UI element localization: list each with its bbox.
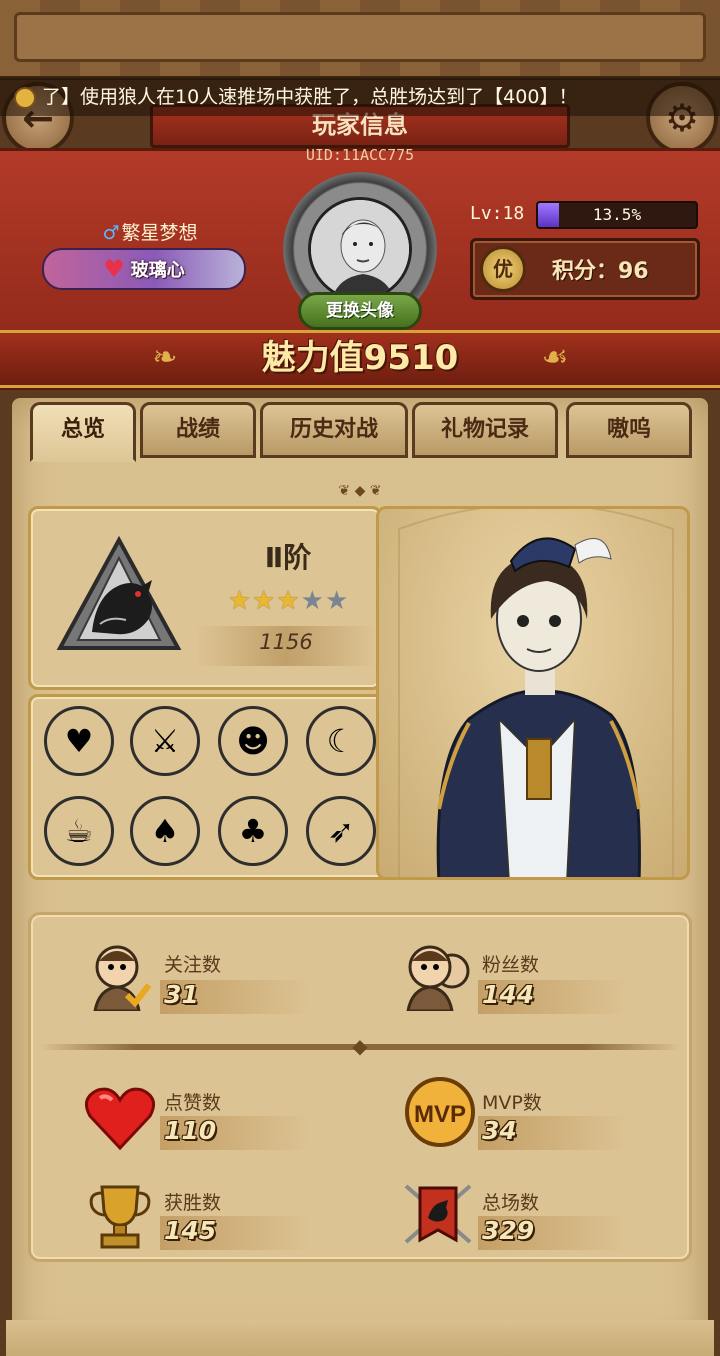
uid-text: UID:11ACC775 bbox=[305, 146, 415, 164]
fans-label: 粉丝数 bbox=[482, 954, 540, 976]
score-text: 积分：96 bbox=[552, 259, 649, 284]
ornament-left-icon: ❧ bbox=[152, 340, 178, 375]
announcement-ticker: 了】使用狼人在10人速推场中获胜了，总胜场达到了【400】！ bbox=[0, 78, 720, 116]
bottom-frame bbox=[0, 1320, 720, 1356]
crossbow-icon: ➶ bbox=[327, 812, 355, 850]
male-icon: ♂ bbox=[102, 222, 120, 244]
star-filled-icon: ★ bbox=[227, 586, 252, 616]
follow-person-icon bbox=[86, 940, 158, 1012]
tab-overview[interactable]: 总览 bbox=[30, 402, 136, 462]
card-deck-icon: ♠ bbox=[150, 812, 180, 850]
badge-potion[interactable]: ☕ bbox=[44, 796, 114, 866]
mvp-medal-text: MVP bbox=[414, 1101, 466, 1128]
speaker-icon bbox=[14, 86, 36, 109]
rank-points: 1156 bbox=[259, 630, 313, 654]
fans-people-icon bbox=[402, 940, 474, 1012]
werewolf-head-icon: ☻ bbox=[236, 722, 270, 760]
tab-history[interactable]: 历史对战 bbox=[260, 402, 408, 458]
exp-progress-bar: 13.5% bbox=[536, 201, 698, 229]
mvp-value[interactable]: 34 bbox=[482, 1116, 517, 1145]
total-label: 总场数 bbox=[482, 1192, 540, 1214]
divider-ornament: ◆ bbox=[352, 1034, 368, 1058]
mvp-medal-icon: MVP bbox=[404, 1076, 476, 1148]
wins-value[interactable]: 145 bbox=[164, 1216, 216, 1245]
character-portrait[interactable] bbox=[376, 506, 690, 880]
wolf-howl-icon: ☾ bbox=[326, 722, 356, 760]
change-avatar-button[interactable]: 更换头像 bbox=[298, 292, 422, 330]
badge-card-deck[interactable]: ♠ bbox=[130, 796, 200, 866]
charm-number: 9510 bbox=[363, 338, 459, 378]
ticker-text: 了】使用狼人在10人速推场中获胜了，总胜场达到了【400】！ bbox=[42, 86, 578, 108]
character-illustration bbox=[398, 509, 674, 877]
player-name: ♂ 繁星梦想 bbox=[60, 218, 240, 245]
title-badge[interactable]: ♥ 玻璃心 bbox=[42, 248, 246, 290]
likes-value[interactable]: 110 bbox=[164, 1116, 216, 1145]
divider-ornament: ❦ ◆ ❦ bbox=[338, 483, 382, 499]
werewolf-rank-emblem-icon bbox=[56, 535, 182, 656]
ornament-right-icon: ☙ bbox=[541, 340, 569, 375]
tab-gifts[interactable]: 礼物记录 bbox=[412, 402, 558, 458]
following-value[interactable]: 31 bbox=[164, 980, 199, 1009]
following-label: 关注数 bbox=[164, 954, 222, 976]
badge-crossbow[interactable]: ➶ bbox=[306, 796, 376, 866]
badge-green-cannon[interactable]: ⚔ bbox=[130, 706, 200, 776]
rank-stars: ★ ★ ★ ★ ★ bbox=[220, 586, 356, 616]
fans-value[interactable]: 144 bbox=[482, 980, 534, 1009]
tab-record[interactable]: 战绩 bbox=[140, 402, 256, 458]
badge-cards-hand[interactable]: ♣ bbox=[218, 796, 288, 866]
star-filled-icon: ★ bbox=[276, 586, 300, 616]
trophy-icon bbox=[84, 1180, 156, 1252]
badge-werewolf[interactable]: ☻ bbox=[218, 706, 288, 776]
mvp-label: MVP数 bbox=[482, 1092, 542, 1114]
heart-icon bbox=[84, 1082, 156, 1154]
badge-wolf-howl[interactable]: ☾ bbox=[306, 706, 376, 776]
top-frame bbox=[0, 0, 720, 80]
tab-howl[interactable]: 嗷呜 bbox=[566, 402, 692, 458]
cards-hand-icon: ♣ bbox=[238, 812, 268, 850]
charm-label: 魅力值 bbox=[261, 338, 364, 378]
level-label: Lv:18 bbox=[470, 203, 525, 224]
excellent-badge-icon: 优 bbox=[480, 246, 526, 292]
star-empty-icon: ★ bbox=[324, 586, 349, 616]
title-badge-label: 玻璃心 bbox=[130, 260, 185, 281]
broken-heart-icon: ♥ bbox=[103, 255, 125, 283]
green-cannon-icon: ⚔ bbox=[150, 722, 180, 760]
likes-label: 点赞数 bbox=[164, 1092, 222, 1114]
charm-value: 魅力值9510 bbox=[200, 335, 520, 381]
potion-cup-icon: ☕ bbox=[64, 812, 94, 850]
badge-broken-heart[interactable]: ♥ bbox=[44, 706, 114, 776]
rank-tier: Ⅱ阶 bbox=[264, 541, 312, 574]
wins-label: 获胜数 bbox=[164, 1192, 222, 1214]
exp-progress-text: 13.5% bbox=[592, 205, 642, 224]
broken-heart-icon: ♥ bbox=[64, 722, 94, 760]
star-filled-icon: ★ bbox=[252, 586, 276, 616]
star-empty-icon: ★ bbox=[300, 586, 324, 616]
total-value[interactable]: 329 bbox=[482, 1216, 534, 1245]
nickname: 繁星梦想 bbox=[121, 222, 198, 244]
avatar bbox=[308, 197, 412, 301]
battle-banner-icon bbox=[402, 1178, 474, 1250]
